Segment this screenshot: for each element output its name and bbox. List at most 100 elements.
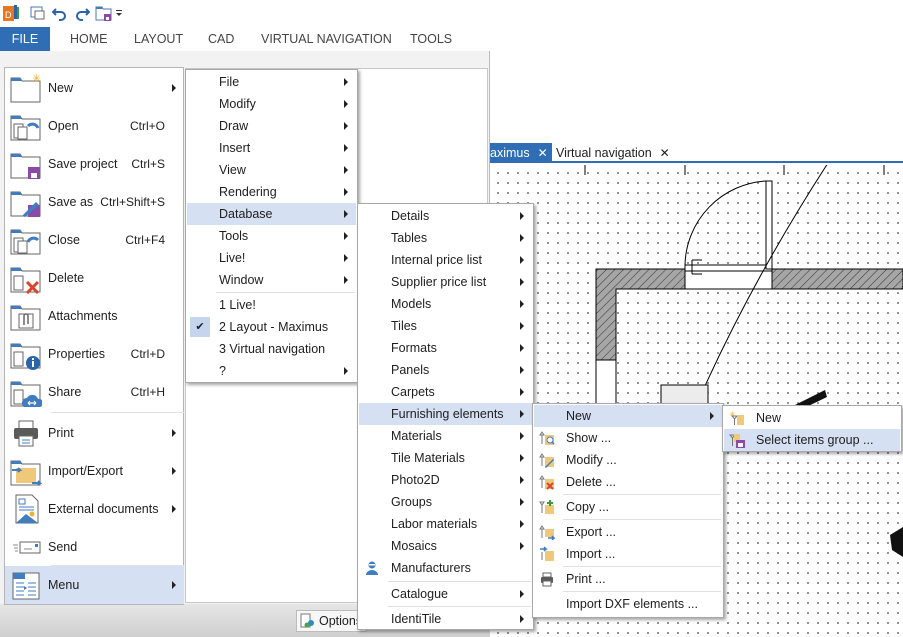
- db-item-internal-price-list[interactable]: Internal price list: [359, 249, 532, 271]
- db-item-details[interactable]: Details: [359, 205, 532, 227]
- db-item-mosaics[interactable]: Mosaics: [359, 535, 532, 557]
- db-item-models[interactable]: Models: [359, 293, 532, 315]
- submenu-arrow-icon: [172, 429, 176, 437]
- db-item-tile-materials[interactable]: Tile Materials: [359, 447, 532, 469]
- menu-submenu: File Modify Draw Insert View Rendering D…: [185, 69, 358, 383]
- db-item-labor-materials[interactable]: Labor materials: [359, 513, 532, 535]
- tab-tools[interactable]: TOOLS: [402, 27, 460, 51]
- file-menu-open[interactable]: Open Ctrl+O: [5, 107, 184, 145]
- submenu-arrow-icon: [172, 467, 176, 475]
- db-item-materials[interactable]: Materials: [359, 425, 532, 447]
- file-menu-save-as[interactable]: Save as Ctrl+Shift+S: [5, 183, 184, 221]
- new-item-select-items-group[interactable]: Select items group ...: [724, 429, 900, 451]
- menu-item-live[interactable]: Live!: [187, 247, 356, 269]
- submenu-arrow-icon: [520, 388, 524, 396]
- submenu-arrow-icon: [520, 256, 524, 264]
- close-tab-icon[interactable]: ✕: [538, 146, 548, 160]
- menu-item-window-2[interactable]: ✔ 2 Layout - Maximus: [187, 316, 356, 338]
- doc-tab-layout[interactable]: aximus ✕: [486, 143, 552, 163]
- db-item-panels[interactable]: Panels: [359, 359, 532, 381]
- save-folder-icon[interactable]: [94, 3, 114, 23]
- fe-item-print[interactable]: Print ...: [534, 568, 722, 590]
- menu-item-tools[interactable]: Tools: [187, 225, 356, 247]
- fe-item-new[interactable]: New: [534, 405, 722, 427]
- tab-file[interactable]: FILE: [0, 27, 50, 51]
- db-item-formats[interactable]: Formats: [359, 337, 532, 359]
- doc-tab-virtual-navigation[interactable]: Virtual navigation ✕: [552, 143, 674, 163]
- db-item-supplier-price-list[interactable]: Supplier price list: [359, 271, 532, 293]
- db-item-groups[interactable]: Groups: [359, 491, 532, 513]
- new-item-new[interactable]: ✳ New: [724, 407, 900, 429]
- file-menu-external-documents[interactable]: External documents: [5, 490, 184, 528]
- fe-item-copy[interactable]: Copy ...: [534, 496, 722, 518]
- customize-dropdown-icon[interactable]: [114, 3, 124, 23]
- menu-separator: [563, 494, 721, 495]
- file-menu: ✳ New Open Ctrl+O Save project Ctrl+S Sa…: [4, 67, 184, 605]
- save-as-icon: [10, 186, 42, 218]
- db-item-tables[interactable]: Tables: [359, 227, 532, 249]
- file-menu-attachments[interactable]: Attachments: [5, 297, 184, 335]
- menu-item-help[interactable]: ?: [187, 360, 356, 382]
- import-icon: [539, 546, 555, 562]
- file-menu-properties[interactable]: Properties Ctrl+D: [5, 335, 184, 373]
- menu-item-rendering[interactable]: Rendering: [187, 181, 356, 203]
- menu-item-database[interactable]: Database: [187, 203, 356, 225]
- submenu-arrow-icon: [520, 366, 524, 374]
- file-menu-new[interactable]: ✳ New: [5, 69, 184, 107]
- tab-layout[interactable]: LAYOUT: [126, 27, 191, 51]
- furniture-block: [660, 384, 709, 406]
- fe-item-import[interactable]: Import ...: [534, 543, 722, 565]
- db-item-carpets[interactable]: Carpets: [359, 381, 532, 403]
- fe-item-export[interactable]: Export ...: [534, 521, 722, 543]
- menu-item-window[interactable]: Window: [187, 269, 356, 291]
- file-menu-save-project[interactable]: Save project Ctrl+S: [5, 145, 184, 183]
- close-tab-icon[interactable]: ✕: [660, 146, 670, 160]
- window-icon[interactable]: [28, 3, 48, 23]
- submenu-arrow-icon: [520, 476, 524, 484]
- app-logo-icon[interactable]: D: [2, 3, 22, 23]
- file-menu-print[interactable]: Print: [5, 414, 184, 452]
- file-menu-share[interactable]: Share Ctrl+H: [5, 373, 184, 411]
- file-menu-import-export[interactable]: Import/Export: [5, 452, 184, 490]
- db-item-furnishing-elements[interactable]: Furnishing elements: [359, 403, 532, 425]
- new-folder-icon: ✳: [10, 72, 42, 104]
- fe-item-modify[interactable]: Modify ...: [534, 449, 722, 471]
- db-item-identitile[interactable]: IdentiTile: [359, 608, 532, 630]
- menu-item-insert[interactable]: Insert: [187, 137, 356, 159]
- undo-icon[interactable]: [50, 3, 70, 23]
- modify-icon: [539, 452, 555, 468]
- submenu-arrow-icon: [344, 276, 348, 284]
- fe-item-show[interactable]: Show ...: [534, 427, 722, 449]
- fe-item-import-dxf[interactable]: Import DXF elements ...: [534, 593, 722, 615]
- door-swing-arc: [684, 180, 767, 266]
- file-menu-send[interactable]: Send: [5, 528, 184, 566]
- tab-home[interactable]: HOME: [62, 27, 116, 51]
- file-menu-menu[interactable]: Menu: [5, 566, 184, 604]
- menu-item-window-1[interactable]: 1 Live!: [187, 294, 356, 316]
- submenu-arrow-icon: [520, 300, 524, 308]
- export-icon: [539, 524, 556, 541]
- fe-item-delete[interactable]: Delete ...: [534, 471, 722, 493]
- db-item-catalogue[interactable]: Catalogue: [359, 583, 532, 605]
- db-item-photo2d[interactable]: Photo2D: [359, 469, 532, 491]
- menu-item-file[interactable]: File: [187, 71, 356, 93]
- menu-item-modify[interactable]: Modify: [187, 93, 356, 115]
- tab-virtual-navigation[interactable]: VIRTUAL NAVIGATION: [253, 27, 400, 51]
- db-item-manufacturers[interactable]: Manufacturers: [359, 557, 532, 579]
- printer-icon: [10, 417, 42, 449]
- menu-item-window-3[interactable]: 3 Virtual navigation: [187, 338, 356, 360]
- menu-item-draw[interactable]: Draw: [187, 115, 356, 137]
- menu-item-view[interactable]: View: [187, 159, 356, 181]
- wall-top: [771, 268, 903, 290]
- file-menu-delete[interactable]: Delete: [5, 259, 184, 297]
- share-icon: [10, 376, 44, 408]
- file-menu-close[interactable]: Close Ctrl+F4: [5, 221, 184, 259]
- external-documents-icon: [10, 493, 42, 525]
- submenu-arrow-icon: [172, 84, 176, 92]
- db-item-tiles[interactable]: Tiles: [359, 315, 532, 337]
- delete-icon: [539, 474, 555, 490]
- submenu-arrow-icon: [520, 615, 524, 623]
- redo-icon[interactable]: [72, 3, 92, 23]
- tab-cad[interactable]: CAD: [200, 27, 242, 51]
- door-sill: [684, 264, 773, 272]
